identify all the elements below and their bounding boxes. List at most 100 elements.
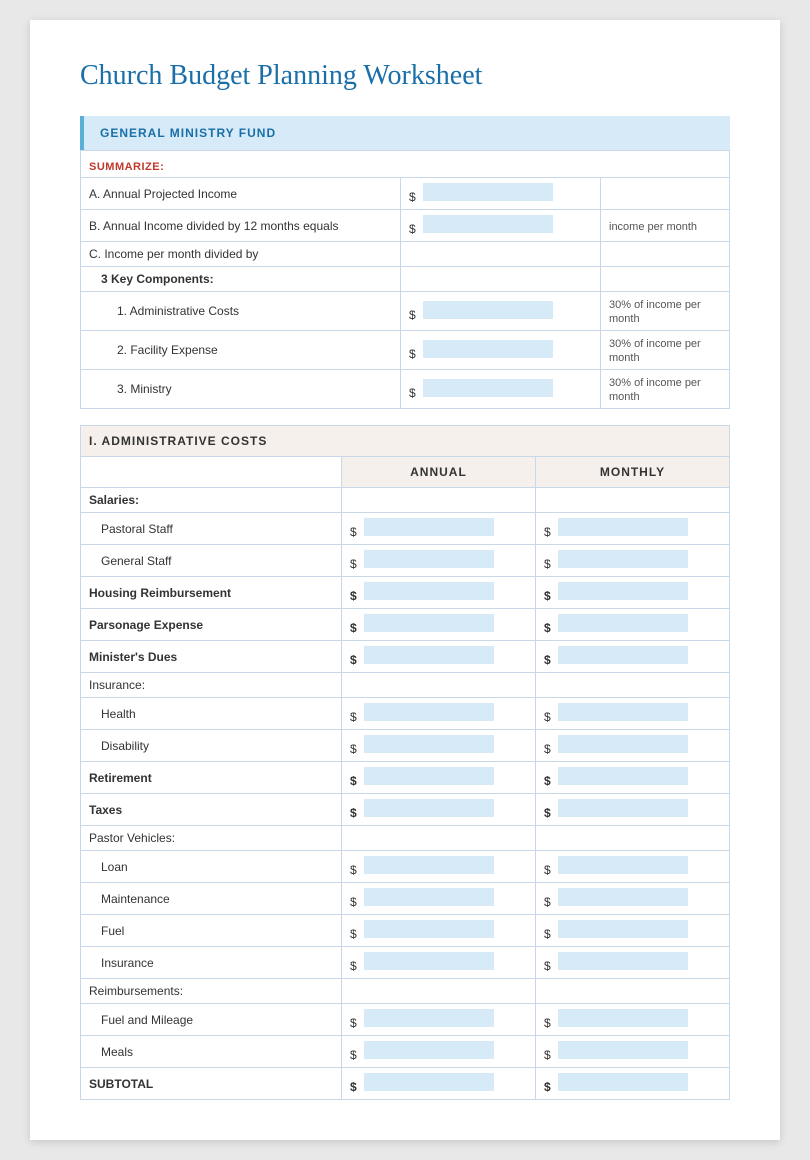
component-1-note: 30% of income per month bbox=[609, 299, 701, 325]
row-ministry: 3. Ministry $ 30% of income per month bbox=[81, 370, 730, 409]
maintenance-row: Maintenance $ $ bbox=[81, 883, 730, 915]
insurance-label: Insurance: bbox=[81, 673, 342, 698]
input-disability-annual[interactable] bbox=[364, 735, 494, 753]
input-fuel-mileage-monthly[interactable] bbox=[558, 1009, 688, 1027]
input-loan-annual[interactable] bbox=[364, 856, 494, 874]
input-retirement-monthly[interactable] bbox=[558, 767, 688, 785]
component-1-label: 1. Administrative Costs bbox=[81, 292, 401, 331]
meals-row: Meals $ $ bbox=[81, 1036, 730, 1068]
input-meals-annual[interactable] bbox=[364, 1041, 494, 1059]
fuel-row: Fuel $ $ bbox=[81, 915, 730, 947]
col-monthly-header: MONTHLY bbox=[535, 457, 729, 488]
loan-row: Loan $ $ bbox=[81, 851, 730, 883]
component-2-note: 30% of income per month bbox=[609, 338, 701, 364]
input-maintenance-monthly[interactable] bbox=[558, 888, 688, 906]
input-taxes-annual[interactable] bbox=[364, 799, 494, 817]
input-meals-monthly[interactable] bbox=[558, 1041, 688, 1059]
input-health-monthly[interactable] bbox=[558, 703, 688, 721]
admin-costs-table: I. ADMINISTRATIVE COSTS ANNUAL MONTHLY S… bbox=[80, 425, 730, 1100]
general-ministry-fund-header: GENERAL MINISTRY FUND bbox=[80, 116, 730, 150]
input-ministers-dues-annual[interactable] bbox=[364, 646, 494, 664]
pastoral-staff-label: Pastoral Staff bbox=[81, 513, 342, 545]
subtotal-label: SUBTOTAL bbox=[81, 1068, 342, 1100]
input-pastoral-monthly[interactable] bbox=[558, 518, 688, 536]
input-subtotal-annual[interactable] bbox=[364, 1073, 494, 1091]
component-2-label: 2. Facility Expense bbox=[81, 331, 401, 370]
input-parsonage-monthly[interactable] bbox=[558, 614, 688, 632]
dollar-sign-c1: $ bbox=[409, 308, 416, 322]
row-c-label: C. Income per month divided by bbox=[81, 242, 401, 267]
housing-reimbursement-label: Housing Reimbursement bbox=[81, 577, 342, 609]
row-a-label: A. Annual Projected Income bbox=[81, 178, 401, 210]
input-parsonage-annual[interactable] bbox=[364, 614, 494, 632]
maintenance-label: Maintenance bbox=[81, 883, 342, 915]
input-loan-monthly[interactable] bbox=[558, 856, 688, 874]
row-admin-costs: 1. Administrative Costs $ 30% of income … bbox=[81, 292, 730, 331]
insurance-group: Insurance: bbox=[81, 673, 730, 698]
page-title: Church Budget Planning Worksheet bbox=[80, 60, 730, 92]
input-fuel-annual[interactable] bbox=[364, 920, 494, 938]
housing-reimbursement-row: Housing Reimbursement $ $ bbox=[81, 577, 730, 609]
dollar-sign-b: $ bbox=[409, 222, 416, 236]
general-staff-row: General Staff $ $ bbox=[81, 545, 730, 577]
pastor-vehicles-label: Pastor Vehicles: bbox=[81, 826, 342, 851]
retirement-row: Retirement $ $ bbox=[81, 762, 730, 794]
input-vehicle-insurance-monthly[interactable] bbox=[558, 952, 688, 970]
ministers-dues-label: Minister's Dues bbox=[81, 641, 342, 673]
input-health-annual[interactable] bbox=[364, 703, 494, 721]
component-3-label: 3. Ministry bbox=[81, 370, 401, 409]
subtotal-row: SUBTOTAL $ $ bbox=[81, 1068, 730, 1100]
row-annual-projected: A. Annual Projected Income $ bbox=[81, 178, 730, 210]
reimbursements-label: Reimbursements: bbox=[81, 979, 342, 1004]
input-facility-expense[interactable] bbox=[423, 340, 553, 358]
input-admin-costs[interactable] bbox=[423, 301, 553, 319]
dollar-sign-c2: $ bbox=[409, 347, 416, 361]
row-annual-divided: B. Annual Income divided by 12 months eq… bbox=[81, 210, 730, 242]
summarize-label: SUMMARIZE: bbox=[89, 161, 164, 173]
input-taxes-monthly[interactable] bbox=[558, 799, 688, 817]
page: Church Budget Planning Worksheet GENERAL… bbox=[30, 20, 780, 1140]
pastor-vehicles-group: Pastor Vehicles: bbox=[81, 826, 730, 851]
component-3-note: 30% of income per month bbox=[609, 377, 701, 403]
input-general-staff-monthly[interactable] bbox=[558, 550, 688, 568]
input-maintenance-annual[interactable] bbox=[364, 888, 494, 906]
row-facility-expense: 2. Facility Expense $ 30% of income per … bbox=[81, 331, 730, 370]
input-annual-divided[interactable] bbox=[423, 215, 553, 233]
input-retirement-annual[interactable] bbox=[364, 767, 494, 785]
input-housing-monthly[interactable] bbox=[558, 582, 688, 600]
input-annual-projected[interactable] bbox=[423, 183, 553, 201]
input-vehicle-insurance-annual[interactable] bbox=[364, 952, 494, 970]
column-headers-row: ANNUAL MONTHLY bbox=[81, 457, 730, 488]
input-disability-monthly[interactable] bbox=[558, 735, 688, 753]
admin-costs-header-row: I. ADMINISTRATIVE COSTS bbox=[81, 426, 730, 457]
retirement-label: Retirement bbox=[81, 762, 342, 794]
input-pastoral-annual[interactable] bbox=[364, 518, 494, 536]
fuel-mileage-row: Fuel and Mileage $ $ bbox=[81, 1004, 730, 1036]
health-row: Health $ $ bbox=[81, 698, 730, 730]
salaries-group: Salaries: bbox=[81, 488, 730, 513]
vehicle-insurance-row: Insurance $ $ bbox=[81, 947, 730, 979]
salaries-label: Salaries: bbox=[81, 488, 342, 513]
key-components-label: 3 Key Components: bbox=[101, 272, 214, 286]
fuel-mileage-label: Fuel and Mileage bbox=[81, 1004, 342, 1036]
parsonage-expense-label: Parsonage Expense bbox=[81, 609, 342, 641]
disability-row: Disability $ $ bbox=[81, 730, 730, 762]
fuel-label: Fuel bbox=[81, 915, 342, 947]
admin-costs-header: I. ADMINISTRATIVE COSTS bbox=[81, 426, 730, 457]
pastoral-staff-row: Pastoral Staff $ $ bbox=[81, 513, 730, 545]
disability-label: Disability bbox=[81, 730, 342, 762]
input-general-staff-annual[interactable] bbox=[364, 550, 494, 568]
health-label: Health bbox=[81, 698, 342, 730]
input-ministers-dues-monthly[interactable] bbox=[558, 646, 688, 664]
input-housing-annual[interactable] bbox=[364, 582, 494, 600]
ministers-dues-row: Minister's Dues $ $ bbox=[81, 641, 730, 673]
taxes-label: Taxes bbox=[81, 794, 342, 826]
input-fuel-monthly[interactable] bbox=[558, 920, 688, 938]
row-income-month: C. Income per month divided by bbox=[81, 242, 730, 267]
input-fuel-mileage-annual[interactable] bbox=[364, 1009, 494, 1027]
input-ministry[interactable] bbox=[423, 379, 553, 397]
loan-label: Loan bbox=[81, 851, 342, 883]
input-subtotal-monthly[interactable] bbox=[558, 1073, 688, 1091]
col-annual-header: ANNUAL bbox=[341, 457, 535, 488]
meals-label: Meals bbox=[81, 1036, 342, 1068]
